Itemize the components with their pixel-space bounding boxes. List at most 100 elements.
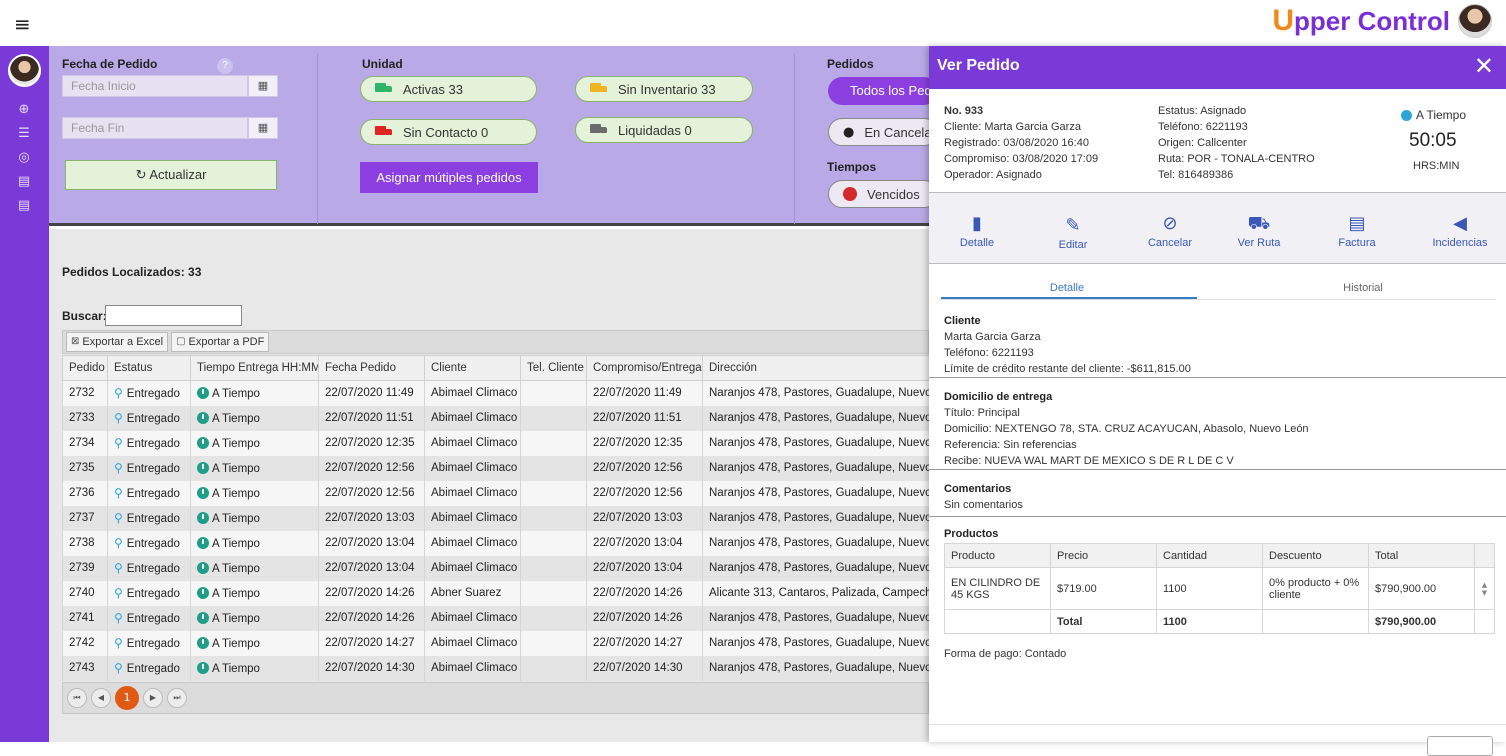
calendar-icon[interactable]: ▦: [248, 75, 278, 97]
next-page-button[interactable]: ▶: [143, 688, 163, 708]
column-header[interactable]: Tiempo Entrega HH:MM: [190, 355, 319, 381]
fecha-inicio-input[interactable]: Fecha Inicio: [62, 75, 248, 97]
incidencias-button[interactable]: ◀ Incidencias: [1420, 213, 1500, 249]
domicilio-titulo: Título: Principal: [944, 407, 1020, 419]
address-text: Naranjos 478, Pastores, Guadalupe, Nuevo…: [709, 387, 930, 400]
refresh-button[interactable]: ↻ Actualizar: [65, 160, 277, 190]
address: Naranjos 478, Pastores, Guadalupe, Nuevo…: [702, 455, 930, 481]
refresh-icon: ↻: [135, 167, 150, 182]
unidad-label: Unidad: [362, 57, 403, 71]
last-page-button[interactable]: ⏭: [167, 688, 187, 708]
cancelar-button[interactable]: ⊘ Cancelar: [1130, 213, 1210, 249]
order-origin: Origen: Callcenter: [1158, 137, 1247, 149]
fecha-fin-input[interactable]: Fecha Fin: [62, 117, 248, 139]
column-header[interactable]: Compromiso/Entrega: [586, 355, 703, 381]
table-row[interactable]: 2734 ⚲ Entregado A Tiempo 22/07/2020 12:35 Ab…: [62, 430, 930, 456]
column-header[interactable]: Fecha Pedido: [318, 355, 425, 381]
divider: [929, 516, 1506, 517]
calendar-icon[interactable]: ▦: [248, 117, 278, 139]
product-price: $719.00: [1050, 567, 1157, 610]
tab-historial[interactable]: Historial: [1235, 282, 1491, 294]
table-row[interactable]: 2732 ⚲ Entregado A Tiempo 22/07/2020 11:49 Ab…: [62, 380, 930, 406]
ver-ruta-button[interactable]: ⛟ Ver Ruta: [1219, 213, 1299, 249]
prev-page-button[interactable]: ◀: [91, 688, 111, 708]
client-name-text: Abimael Climaco: [431, 612, 518, 624]
commitment-date-text: 22/07/2020 14:30: [593, 662, 683, 674]
assign-multiple-button[interactable]: Asignar mútiples pedidos: [360, 162, 538, 193]
filter-sin-contacto[interactable]: Sin Contacto 0: [360, 119, 537, 145]
divider: [317, 54, 318, 224]
client-name: Abimael Climaco: [424, 555, 521, 581]
factura-button[interactable]: ▤ Factura: [1317, 213, 1397, 249]
delivery-time: A Tiempo: [190, 405, 319, 431]
report-icon[interactable]: ▤: [15, 198, 33, 216]
filter-todos-pedidos[interactable]: Todos los Pedidos: [828, 77, 938, 105]
filter-vencidos[interactable]: Vencidos: [828, 180, 938, 208]
column-header[interactable]: Cliente: [424, 355, 521, 381]
order-id-text: 2742: [69, 637, 95, 649]
info-icon: [1401, 109, 1412, 121]
table-row[interactable]: 2736 ⚲ Entregado A Tiempo 22/07/2020 12:56 Ab…: [62, 480, 930, 506]
table-row[interactable]: 2741 ⚲ Entregado A Tiempo 22/07/2020 14:26 Ab…: [62, 605, 930, 631]
address: Naranjos 478, Pastores, Guadalupe, Nuevo…: [702, 405, 930, 431]
order-date-text: 22/07/2020 12:35: [325, 437, 415, 449]
table-row[interactable]: 2733 ⚲ Entregado A Tiempo 22/07/2020 11:51 Ab…: [62, 405, 930, 431]
editar-button[interactable]: ✎ Editar: [1033, 215, 1113, 251]
client-name: Abimael Climaco: [424, 380, 521, 406]
scrollbar[interactable]: ▲ ▼: [1474, 567, 1495, 610]
table-row[interactable]: 2740 ⚲ Entregado A Tiempo 22/07/2020 14:26 Ab…: [62, 580, 930, 606]
menu-icon[interactable]: ≡: [14, 12, 31, 36]
commitment-date-text: 22/07/2020 11:49: [593, 387, 682, 400]
order-id: 2743: [62, 655, 108, 681]
payment-method: Forma de pago: Contado: [944, 648, 1067, 660]
order-id: 2734: [62, 430, 108, 456]
user-avatar[interactable]: [1458, 4, 1492, 38]
detalle-button[interactable]: ▮ Detalle: [937, 213, 1017, 249]
commitment-date-text: 22/07/2020 14:26: [593, 612, 683, 624]
clock-icon: [197, 536, 209, 549]
truck-icon: [590, 124, 608, 136]
column-header[interactable]: Pedido: [62, 355, 108, 381]
help-icon[interactable]: ?: [217, 58, 233, 74]
table-row[interactable]: 2743 ⚲ Entregado A Tiempo 22/07/2020 14:30 Ab…: [62, 655, 930, 681]
commitment-date: 22/07/2020 14:26: [586, 605, 703, 631]
filter-sin-inventario[interactable]: Sin Inventario 33: [575, 76, 753, 102]
document-icon[interactable]: ▤: [15, 174, 33, 192]
close-icon[interactable]: ✕: [1474, 52, 1494, 80]
filter-en-cancelacion[interactable]: ●En Cancelación: [828, 118, 938, 146]
page-1-button[interactable]: 1: [115, 686, 139, 710]
location-icon[interactable]: ◎: [15, 150, 33, 168]
footer-button[interactable]: [1427, 736, 1493, 756]
search-input[interactable]: [105, 305, 242, 326]
list-icon[interactable]: ☰: [15, 126, 33, 144]
first-page-button[interactable]: ⏮: [67, 688, 87, 708]
commitment-date: 22/07/2020 13:04: [586, 555, 703, 581]
filter-liquidadas[interactable]: Liquidadas 0: [575, 117, 753, 143]
table-row[interactable]: 2742 ⚲ Entregado A Tiempo 22/07/2020 14:27 Ab…: [62, 630, 930, 656]
column-header[interactable]: Dirección: [702, 355, 930, 381]
table-row[interactable]: 2737 ⚲ Entregado A Tiempo 22/07/2020 13:03 Ab…: [62, 505, 930, 531]
table-row[interactable]: 2739 ⚲ Entregado A Tiempo 22/07/2020 13:04 Ab…: [62, 555, 930, 581]
filter-activas[interactable]: Activas 33: [360, 76, 537, 102]
column-header[interactable]: Tel. Cliente: [520, 355, 587, 381]
order-date: 22/07/2020 13:04: [318, 555, 425, 581]
add-circle-icon[interactable]: ⊕: [15, 102, 33, 120]
commitment-date: 22/07/2020 14:26: [586, 580, 703, 606]
sidebar-avatar[interactable]: [8, 54, 41, 87]
export-excel-button[interactable]: ⊠ Exportar a Excel: [66, 332, 169, 352]
client-name: Abimael Climaco: [424, 430, 521, 456]
order-id-text: 2734: [69, 437, 95, 449]
tab-detalle[interactable]: Detalle: [939, 282, 1195, 294]
address-text: Naranjos 478, Pastores, Guadalupe, Nuevo…: [709, 562, 930, 574]
order-status-text: Entregado: [126, 563, 180, 575]
client-phone: [520, 655, 587, 681]
client-name: Abner Suarez: [424, 580, 521, 606]
column-header[interactable]: Estatus: [107, 355, 191, 381]
export-pdf-button[interactable]: ▢ Exportar a PDF: [171, 332, 270, 352]
table-row[interactable]: 2738 ⚲ Entregado A Tiempo 22/07/2020 13:04 Ab…: [62, 530, 930, 556]
table-row[interactable]: 2735 ⚲ Entregado A Tiempo 22/07/2020 12:56 Ab…: [62, 455, 930, 481]
order-status-text: Entregado: [126, 388, 180, 401]
address: Naranjos 478, Pastores, Guadalupe, Nuevo…: [702, 605, 930, 631]
order-status-text: Entregado: [126, 588, 180, 600]
location-pin-icon: ●: [843, 124, 855, 140]
